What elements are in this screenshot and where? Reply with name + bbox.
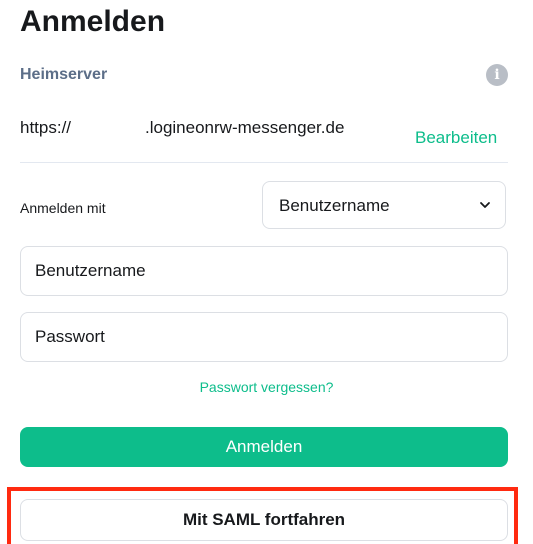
forgot-password-link[interactable]: Passwort vergessen? [0,377,533,397]
login-method-selected-value: Benutzername [279,196,390,215]
edit-homeserver-link[interactable]: Bearbeiten [415,127,497,149]
login-method-select[interactable]: Benutzername [262,181,506,229]
username-field-container [20,246,508,296]
login-page: Anmelden Heimserver i https:// .logineon… [0,0,533,544]
password-field-container [20,312,508,362]
homeserver-label: Heimserver [20,66,108,83]
homeserver-url-domain: .logineonrw-messenger.de [145,118,345,137]
homeserver-url-prefix: https:// [20,118,72,137]
login-with-label: Anmelden mit [20,200,106,216]
sign-in-button[interactable]: Anmelden [20,427,508,467]
divider [20,162,508,163]
chevron-down-icon [480,202,490,208]
info-icon[interactable]: i [486,64,508,86]
password-input[interactable] [21,313,507,361]
page-title: Anmelden [20,5,166,38]
username-input[interactable] [21,247,507,295]
saml-button[interactable]: Mit SAML fortfahren [20,499,508,541]
